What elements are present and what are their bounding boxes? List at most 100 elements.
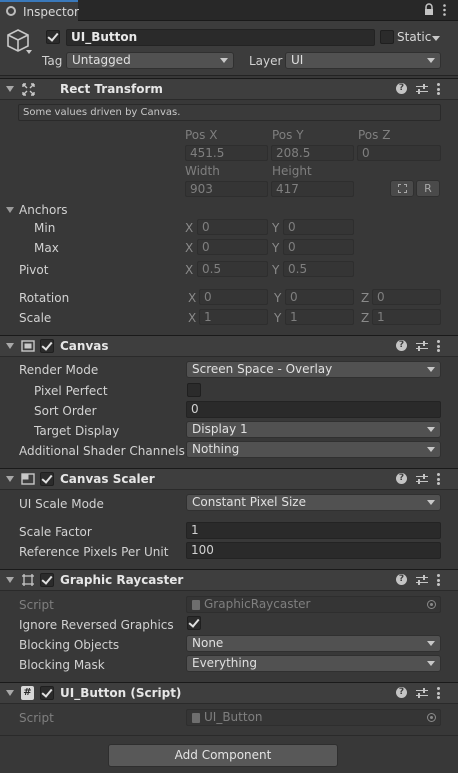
rotation-x-field[interactable]: 0 bbox=[199, 289, 268, 305]
pivot-x-field: 0.5 bbox=[197, 261, 268, 277]
target-display-value: Display 1 bbox=[192, 422, 248, 436]
anchor-min-y-field: 0 bbox=[283, 219, 354, 235]
help-icon[interactable]: ? bbox=[396, 83, 407, 94]
foldout-arrow-icon[interactable] bbox=[6, 86, 14, 92]
canvas-header[interactable]: Canvas ? bbox=[0, 335, 458, 357]
chevron-down-icon[interactable] bbox=[26, 50, 32, 54]
rect-transform-icon bbox=[22, 83, 35, 96]
kebab-icon[interactable] bbox=[437, 687, 440, 699]
pivot-label: Pivot bbox=[19, 263, 49, 277]
foldout-arrow-icon[interactable] bbox=[6, 343, 14, 349]
rotation-z-field[interactable]: 0 bbox=[372, 289, 441, 305]
anchor-min-label: Min bbox=[34, 221, 56, 235]
chevron-down-icon bbox=[427, 447, 435, 452]
help-icon[interactable]: ? bbox=[396, 687, 407, 698]
pixel-perfect-checkbox[interactable] bbox=[187, 383, 201, 397]
ui-scale-mode-dropdown[interactable]: Constant Pixel Size bbox=[186, 494, 441, 511]
foldout-arrow-icon[interactable] bbox=[6, 690, 14, 696]
static-label[interactable]: Static bbox=[397, 29, 431, 45]
graphic-raycaster-header[interactable]: Graphic Raycaster ? bbox=[0, 569, 458, 591]
rotation-y-field[interactable]: 0 bbox=[285, 289, 354, 305]
lock-icon[interactable] bbox=[424, 3, 434, 16]
canvas-scaler-header[interactable]: Canvas Scaler ? bbox=[0, 468, 458, 490]
graphic-raycaster-title: Graphic Raycaster bbox=[60, 573, 184, 587]
static-checkbox[interactable] bbox=[380, 30, 394, 44]
render-mode-dropdown[interactable]: Screen Space - Overlay bbox=[186, 361, 441, 378]
raycaster-script-field[interactable]: GraphicRaycaster bbox=[186, 596, 441, 613]
object-name-input[interactable]: UI_Button bbox=[66, 29, 375, 46]
pos-z-label: Pos Z bbox=[358, 128, 391, 142]
blocking-objects-dropdown[interactable]: None bbox=[186, 635, 441, 652]
sort-order-label: Sort Order bbox=[34, 404, 97, 418]
raw-edit-button[interactable]: R bbox=[416, 180, 440, 197]
active-checkbox[interactable] bbox=[46, 30, 60, 44]
help-icon[interactable]: ? bbox=[396, 473, 407, 484]
component-header-icons: ? bbox=[396, 472, 448, 488]
tag-dropdown[interactable]: Untagged bbox=[66, 52, 234, 69]
rect-transform-header[interactable]: Rect Transform ? bbox=[0, 78, 458, 100]
layer-label: Layer bbox=[249, 54, 283, 68]
pixel-perfect-label: Pixel Perfect bbox=[34, 384, 108, 398]
preset-icon[interactable] bbox=[416, 686, 428, 700]
chevron-down-icon bbox=[220, 58, 228, 63]
ref-ppu-input[interactable]: 100 bbox=[186, 542, 441, 559]
canvas-scaler-title: Canvas Scaler bbox=[60, 472, 155, 486]
blueprint-button[interactable] bbox=[390, 180, 414, 197]
kebab-icon[interactable] bbox=[437, 83, 440, 95]
ui-button-script-enabled-checkbox[interactable] bbox=[40, 686, 54, 700]
height-label: Height bbox=[272, 164, 312, 178]
canvas-scaler-enabled-checkbox[interactable] bbox=[40, 472, 54, 486]
scale-z-field[interactable]: 1 bbox=[372, 309, 441, 325]
scale-z-value: 1 bbox=[377, 310, 385, 324]
preset-icon[interactable] bbox=[416, 472, 428, 486]
help-icon[interactable]: ? bbox=[396, 340, 407, 351]
ui-button-script-header[interactable]: # UI_Button (Script) ? bbox=[0, 682, 458, 704]
scale-x-field[interactable]: 1 bbox=[199, 309, 268, 325]
preset-icon[interactable] bbox=[416, 339, 428, 353]
layer-dropdown[interactable]: UI bbox=[285, 52, 441, 69]
blocking-mask-dropdown[interactable]: Everything bbox=[186, 655, 441, 672]
chevron-down-icon bbox=[427, 58, 435, 63]
anchor-max-label: Max bbox=[34, 241, 59, 255]
driven-notice: Some values driven by Canvas. bbox=[23, 107, 181, 118]
scale-y-field[interactable]: 1 bbox=[285, 309, 354, 325]
script-icon bbox=[192, 600, 200, 610]
kebab-icon[interactable] bbox=[437, 473, 440, 485]
rotation-z-value: 0 bbox=[377, 290, 385, 304]
pos-z-field[interactable]: 0 bbox=[357, 145, 441, 161]
scale-x-value: 1 bbox=[204, 310, 212, 324]
ignore-reversed-checkbox[interactable] bbox=[187, 616, 201, 630]
sort-order-input[interactable]: 0 bbox=[186, 401, 441, 418]
axis-y-label: Y bbox=[274, 291, 282, 305]
object-picker-icon[interactable] bbox=[427, 600, 436, 609]
anchors-label[interactable]: Anchors bbox=[19, 202, 68, 218]
help-icon[interactable]: ? bbox=[396, 574, 407, 585]
tab-kebab-icon[interactable] bbox=[443, 4, 446, 16]
preset-icon[interactable] bbox=[416, 82, 428, 96]
target-display-dropdown[interactable]: Display 1 bbox=[186, 421, 441, 438]
ui-button-script-value: UI_Button bbox=[204, 710, 263, 724]
script-icon bbox=[192, 713, 200, 723]
static-chevron-icon[interactable] bbox=[432, 36, 440, 41]
scale-factor-input[interactable]: 1 bbox=[186, 522, 441, 539]
anchors-foldout-icon[interactable] bbox=[6, 207, 14, 213]
rotation-label: Rotation bbox=[19, 291, 70, 305]
graphic-raycaster-enabled-checkbox[interactable] bbox=[40, 573, 54, 587]
ui-scale-mode-value: Constant Pixel Size bbox=[192, 495, 306, 509]
preset-icon[interactable] bbox=[416, 573, 428, 587]
tab-inspector[interactable]: Inspector bbox=[0, 0, 79, 21]
driven-notice-box: Some values driven by Canvas. bbox=[18, 104, 441, 121]
axis-y-label: Y bbox=[272, 241, 280, 255]
canvas-enabled-checkbox[interactable] bbox=[40, 339, 54, 353]
object-picker-icon[interactable] bbox=[427, 713, 436, 722]
foldout-arrow-icon[interactable] bbox=[6, 577, 14, 583]
shader-channels-value: Nothing bbox=[192, 442, 240, 456]
shader-channels-dropdown[interactable]: Nothing bbox=[186, 441, 441, 458]
width-value: 903 bbox=[190, 182, 213, 196]
foldout-arrow-icon[interactable] bbox=[6, 476, 14, 482]
ui-button-script-field[interactable]: UI_Button bbox=[186, 709, 441, 726]
raw-edit-icon: R bbox=[424, 182, 432, 195]
kebab-icon[interactable] bbox=[437, 340, 440, 352]
add-component-button[interactable]: Add Component bbox=[108, 744, 338, 767]
kebab-icon[interactable] bbox=[437, 574, 440, 586]
